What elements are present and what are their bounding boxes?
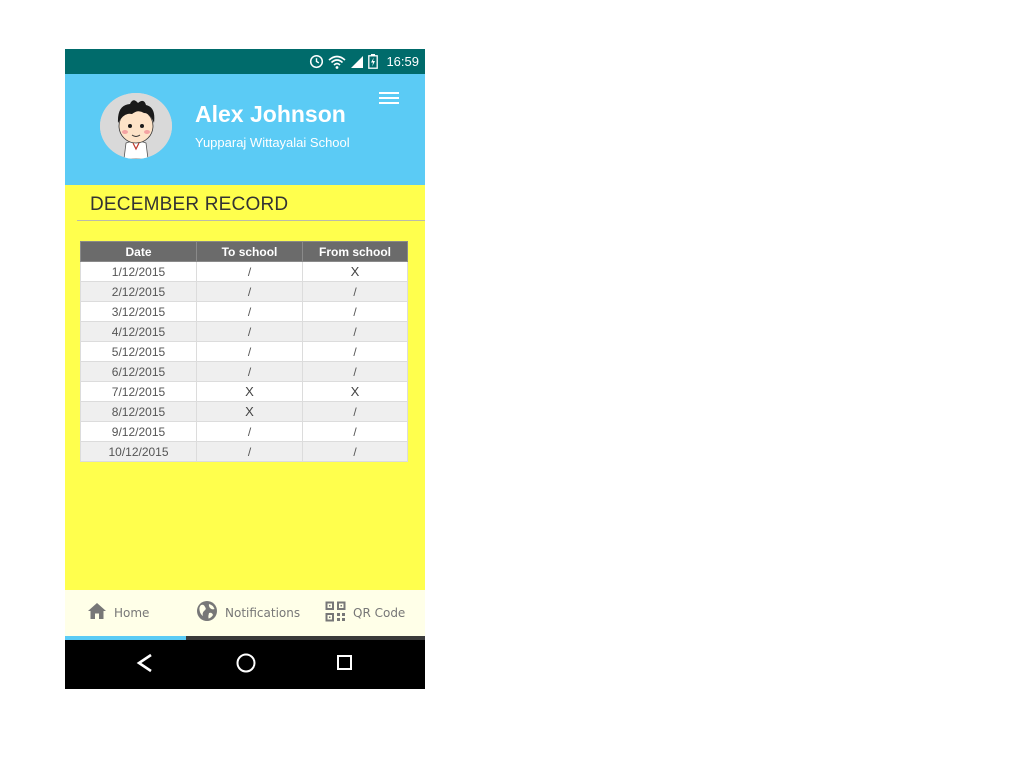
to-school-cell: / bbox=[196, 441, 303, 462]
to-school-cell: / bbox=[196, 261, 303, 282]
home-icon bbox=[87, 602, 107, 624]
record-title: DECEMBER RECORD bbox=[90, 194, 289, 215]
date-cell: 9/12/2015 bbox=[80, 421, 197, 442]
from-school-cell: / bbox=[302, 301, 408, 322]
table-row: 6/12/2015// bbox=[80, 361, 408, 382]
tab-home[interactable]: Home bbox=[87, 590, 149, 636]
to-school-cell: / bbox=[196, 321, 303, 342]
tab-notifications[interactable]: Notifications bbox=[196, 590, 300, 636]
bottom-navigation: Home Notifications QR Code bbox=[65, 590, 425, 636]
user-name: Alex Johnson bbox=[195, 101, 346, 127]
table-row: 4/12/2015// bbox=[80, 321, 408, 342]
wifi-icon bbox=[328, 55, 346, 69]
table-row: 8/12/2015 X / bbox=[80, 401, 408, 422]
column-header-to-school: To school bbox=[196, 241, 303, 262]
back-arrow-icon bbox=[136, 653, 152, 673]
avatar[interactable] bbox=[100, 93, 172, 159]
to-school-cell: / bbox=[196, 301, 303, 322]
from-school-cell: / bbox=[302, 361, 408, 382]
recents-button[interactable] bbox=[336, 654, 354, 676]
cell-signal-icon bbox=[350, 55, 364, 69]
date-cell: 10/12/2015 bbox=[80, 441, 197, 462]
tab-qr-code-label: QR Code bbox=[353, 606, 406, 620]
column-header-date: Date bbox=[80, 241, 197, 262]
attendance-table: Date To school From school 1/12/2015/X 2/… bbox=[80, 241, 408, 462]
date-cell: 3/12/2015 bbox=[80, 301, 197, 322]
table-row: 5/12/2015// bbox=[80, 341, 408, 362]
phone-screen: 16:59 Alex Johnson Yupparaj Wittayalai S… bbox=[65, 49, 425, 689]
table-header-row: Date To school From school bbox=[80, 241, 408, 262]
menu-button[interactable] bbox=[377, 89, 403, 109]
status-bar: 16:59 bbox=[65, 49, 425, 74]
from-school-cell: / bbox=[302, 321, 408, 342]
status-time: 16:59 bbox=[386, 54, 419, 69]
date-cell: 7/12/2015 bbox=[80, 381, 197, 402]
tab-qr-code[interactable]: QR Code bbox=[325, 590, 405, 636]
table-body: 1/12/2015/X 2/12/2015//3/12/2015//4/12/20… bbox=[80, 261, 408, 462]
from-school-cell: / bbox=[302, 421, 408, 442]
table-row: 7/12/2015 X X bbox=[80, 381, 408, 402]
table-row: 9/12/2015// bbox=[80, 421, 408, 442]
system-navigation-bar bbox=[65, 640, 425, 689]
cartoon-boy-avatar-icon bbox=[100, 93, 172, 159]
profile-header: Alex Johnson Yupparaj Wittayalai School bbox=[65, 74, 425, 185]
from-school-cell: X bbox=[302, 261, 408, 282]
circle-home-icon bbox=[236, 653, 256, 673]
date-cell: 1/12/2015 bbox=[80, 261, 197, 282]
from-school-cell: X bbox=[302, 381, 408, 402]
title-divider bbox=[77, 220, 425, 221]
table-row: 10/12/2015// bbox=[80, 441, 408, 462]
to-school-cell: / bbox=[196, 361, 303, 382]
table-row: 3/12/2015// bbox=[80, 301, 408, 322]
to-school-cell: / bbox=[196, 281, 303, 302]
to-school-cell: / bbox=[196, 421, 303, 442]
to-school-cell: / bbox=[196, 341, 303, 362]
tab-home-label: Home bbox=[114, 606, 150, 620]
back-button[interactable] bbox=[135, 652, 155, 678]
square-recents-icon bbox=[337, 655, 352, 670]
tab-notifications-label: Notifications bbox=[225, 606, 301, 620]
column-header-from-school: From school bbox=[302, 241, 408, 262]
to-school-cell: X bbox=[196, 381, 303, 402]
alarm-icon bbox=[309, 54, 324, 69]
date-cell: 2/12/2015 bbox=[80, 281, 197, 302]
hamburger-icon bbox=[379, 92, 399, 94]
date-cell: 4/12/2015 bbox=[80, 321, 197, 342]
from-school-cell: / bbox=[302, 281, 408, 302]
battery-charging-icon bbox=[368, 54, 379, 69]
table-row: 2/12/2015// bbox=[80, 281, 408, 302]
qr-code-icon bbox=[325, 601, 346, 626]
home-nav-button[interactable] bbox=[235, 652, 257, 678]
to-school-cell: X bbox=[196, 401, 303, 422]
from-school-cell: / bbox=[302, 341, 408, 362]
from-school-cell: / bbox=[302, 441, 408, 462]
globe-icon bbox=[196, 600, 218, 626]
from-school-cell: / bbox=[302, 401, 408, 422]
table-row: 1/12/2015/X bbox=[80, 261, 408, 282]
school-name: Yupparaj Wittayalai School bbox=[195, 135, 350, 150]
date-cell: 5/12/2015 bbox=[80, 341, 197, 362]
date-cell: 6/12/2015 bbox=[80, 361, 197, 382]
date-cell: 8/12/2015 bbox=[80, 401, 197, 422]
